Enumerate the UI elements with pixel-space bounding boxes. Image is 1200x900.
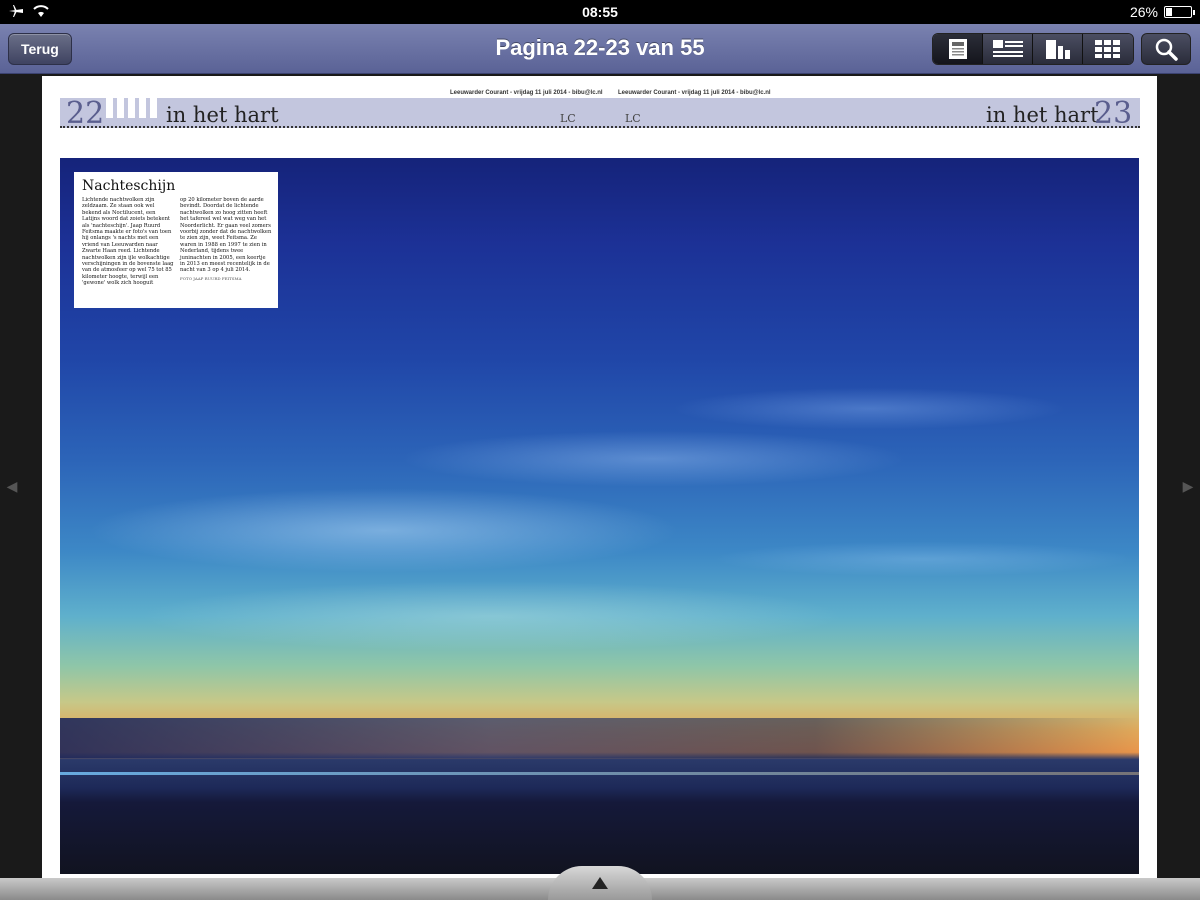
dateline-left: Leeuwarder Courant - vrijdag 11 juli 201… — [450, 90, 603, 96]
shoreline — [60, 772, 1139, 775]
magnifier-icon — [1155, 38, 1178, 61]
pages-overview-button[interactable] — [1033, 34, 1083, 64]
previous-page-arrow-icon[interactable]: ◀ — [4, 478, 20, 498]
caption-box: Nachteschijn Lichtende nachtwolken zijn … — [74, 172, 278, 308]
newspaper-spread[interactable]: Leeuwarder Courant - vrijdag 11 juli 201… — [42, 76, 1157, 882]
section-header-band: 22 in het hart in het hart 23 — [60, 96, 1140, 131]
status-right: 26% — [1129, 4, 1195, 20]
view-mode-group — [932, 33, 1134, 65]
grid-view-button[interactable] — [1083, 34, 1133, 64]
left-lc-logo: LC — [560, 112, 576, 125]
status-time: 08:55 — [582, 4, 618, 20]
article-list-icon — [992, 40, 1023, 57]
single-page-view-button[interactable] — [933, 34, 983, 64]
right-lc-logo: LC — [625, 112, 641, 125]
dateline-right: Leeuwarder Courant - vrijdag 11 juli 201… — [618, 90, 771, 96]
status-bar: 08:55 26% — [0, 0, 1200, 24]
battery-percentage: 26% — [1129, 4, 1158, 20]
grid-icon — [1095, 40, 1120, 58]
horizon-clouds — [60, 718, 1139, 758]
caption-title: Nachteschijn — [82, 178, 176, 194]
caption-column-2-text: op 20 kilometer boven de aarde bevindt. … — [180, 197, 272, 274]
navigation-bar: Terug Pagina 22-23 van 55 — [0, 24, 1200, 74]
battery-icon — [1164, 6, 1195, 18]
article-list-view-button[interactable] — [983, 34, 1033, 64]
right-page-number: 23 — [1094, 96, 1133, 131]
left-page-number: 22 — [66, 96, 105, 131]
single-page-icon — [948, 39, 967, 59]
right-section-title: in het hart — [986, 103, 1099, 127]
noctilucent-clouds-photo: Nachteschijn Lichtende nachtwolken zijn … — [60, 158, 1139, 874]
caption-column-1: Lichtende nachtwolken zijn zeldzaam. Ze … — [82, 197, 174, 287]
page-drawer-handle[interactable] — [548, 866, 652, 900]
caption-columns: Lichtende nachtwolken zijn zeldzaam. Ze … — [82, 197, 272, 287]
photo-credit: FOTO JAAP RUURD FEITSMA — [180, 275, 242, 281]
header-stripes — [106, 98, 157, 118]
left-section-title: in het hart — [166, 103, 279, 127]
next-page-arrow-icon[interactable]: ▶ — [1180, 478, 1196, 498]
up-arrow-icon — [592, 877, 608, 889]
caption-column-2: op 20 kilometer boven de aarde bevindt. … — [180, 197, 272, 287]
bar-pages-icon — [1045, 40, 1070, 59]
search-button[interactable] — [1141, 33, 1191, 65]
